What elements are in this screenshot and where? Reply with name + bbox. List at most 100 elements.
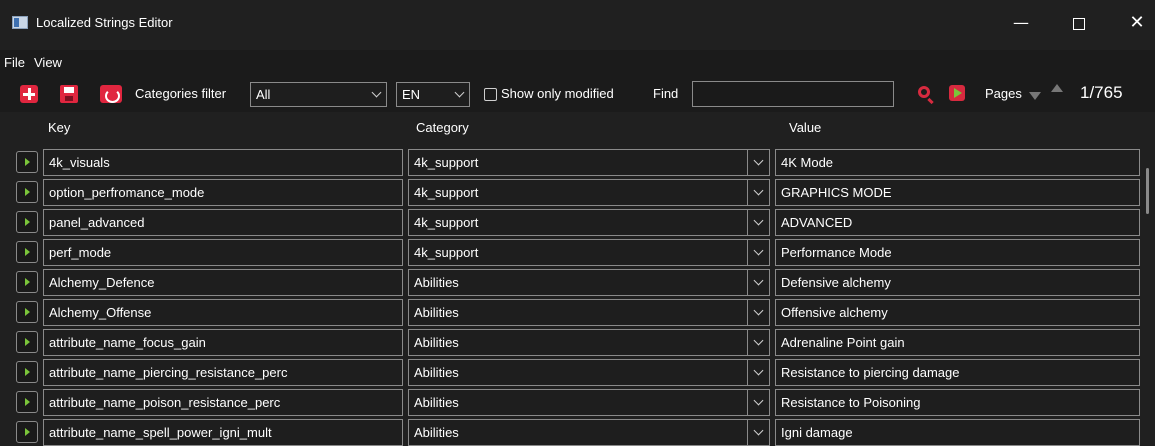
column-header-category[interactable]: Category: [416, 120, 469, 135]
strings-table: 4k_visuals 4k_support 4K Mode option_per…: [0, 146, 1155, 446]
app-icon: [12, 16, 28, 29]
value-cell[interactable]: Performance Mode: [775, 239, 1140, 266]
table-row: Alchemy_Defence Abilities Defensive alch…: [0, 266, 1155, 296]
category-value: 4k_support: [414, 185, 479, 200]
revert-icon[interactable]: [100, 85, 122, 103]
chevron-down-icon: [371, 87, 382, 98]
category-cell[interactable]: Abilities: [408, 419, 770, 446]
search-icon[interactable]: [918, 86, 930, 98]
value-cell[interactable]: ADVANCED: [775, 209, 1140, 236]
chevron-down-icon[interactable]: [747, 360, 769, 385]
chevron-down-icon[interactable]: [747, 180, 769, 205]
category-filter-value: All: [256, 87, 271, 102]
minimize-button[interactable]: —: [1006, 10, 1036, 36]
find-label: Find: [653, 86, 679, 101]
key-cell[interactable]: perf_mode: [43, 239, 403, 266]
category-cell[interactable]: 4k_support: [408, 239, 770, 266]
expand-row-button[interactable]: [16, 421, 38, 443]
key-cell[interactable]: panel_advanced: [43, 209, 403, 236]
maximize-button[interactable]: [1064, 10, 1094, 36]
key-cell[interactable]: Alchemy_Offense: [43, 299, 403, 326]
next-page-icon[interactable]: [1051, 84, 1063, 92]
pages-label: Pages: [985, 86, 1022, 101]
value-cell[interactable]: Adrenaline Point gain: [775, 329, 1140, 356]
category-value: Abilities: [414, 335, 459, 350]
find-input[interactable]: [692, 81, 894, 107]
category-cell[interactable]: Abilities: [408, 269, 770, 296]
find-next-icon[interactable]: [949, 85, 965, 101]
key-cell[interactable]: attribute_name_piercing_resistance_perc: [43, 359, 403, 386]
chevron-down-icon[interactable]: [747, 390, 769, 415]
language-select[interactable]: EN: [396, 82, 470, 107]
table-row: attribute_name_focus_gain Abilities Adre…: [0, 326, 1155, 356]
chevron-down-icon: [454, 87, 465, 98]
table-row: Alchemy_Offense Abilities Offensive alch…: [0, 296, 1155, 326]
category-cell[interactable]: Abilities: [408, 329, 770, 356]
chevron-down-icon[interactable]: [747, 420, 769, 445]
expand-row-button[interactable]: [16, 181, 38, 203]
value-cell[interactable]: Resistance to piercing damage: [775, 359, 1140, 386]
chevron-down-icon[interactable]: [747, 240, 769, 265]
page-counter: 1/765: [1080, 83, 1123, 102]
category-cell[interactable]: 4k_support: [408, 149, 770, 176]
menu-view[interactable]: View: [34, 55, 62, 70]
key-cell[interactable]: attribute_name_focus_gain: [43, 329, 403, 356]
table-header: Key Category Value: [0, 112, 1155, 144]
chevron-down-icon[interactable]: [747, 330, 769, 355]
expand-row-button[interactable]: [16, 301, 38, 323]
expand-row-button[interactable]: [16, 241, 38, 263]
category-filter-select[interactable]: All: [250, 82, 387, 107]
category-cell[interactable]: Abilities: [408, 299, 770, 326]
title-bar: Localized Strings Editor — ✕: [0, 0, 1155, 50]
value-cell[interactable]: 4K Mode: [775, 149, 1140, 176]
chevron-down-icon[interactable]: [747, 150, 769, 175]
expand-row-button[interactable]: [16, 271, 38, 293]
language-value: EN: [402, 87, 421, 102]
chevron-down-icon[interactable]: [747, 300, 769, 325]
save-icon[interactable]: [60, 85, 78, 103]
show-only-modified-checkbox[interactable]: [484, 88, 497, 101]
expand-row-button[interactable]: [16, 391, 38, 413]
categories-filter-label: Categories filter: [135, 86, 227, 101]
expand-row-button[interactable]: [16, 331, 38, 353]
expand-row-button[interactable]: [16, 211, 38, 233]
table-row: attribute_name_piercing_resistance_perc …: [0, 356, 1155, 386]
previous-page-icon[interactable]: [1029, 92, 1041, 100]
table-row: attribute_name_spell_power_igni_mult Abi…: [0, 416, 1155, 446]
table-row: option_perfromance_mode 4k_support GRAPH…: [0, 176, 1155, 206]
chevron-down-icon[interactable]: [747, 210, 769, 235]
category-value: Abilities: [414, 365, 459, 380]
category-cell[interactable]: 4k_support: [408, 209, 770, 236]
category-value: 4k_support: [414, 215, 479, 230]
vertical-scrollbar[interactable]: [1146, 168, 1149, 214]
category-value: Abilities: [414, 425, 459, 440]
category-value: Abilities: [414, 275, 459, 290]
chevron-down-icon[interactable]: [747, 270, 769, 295]
expand-row-button[interactable]: [16, 151, 38, 173]
key-cell[interactable]: attribute_name_poison_resistance_perc: [43, 389, 403, 416]
key-cell[interactable]: Alchemy_Defence: [43, 269, 403, 296]
category-cell[interactable]: Abilities: [408, 389, 770, 416]
key-cell[interactable]: 4k_visuals: [43, 149, 403, 176]
category-value: Abilities: [414, 305, 459, 320]
category-cell[interactable]: Abilities: [408, 359, 770, 386]
value-cell[interactable]: Offensive alchemy: [775, 299, 1140, 326]
value-cell[interactable]: GRAPHICS MODE: [775, 179, 1140, 206]
toolbar: Categories filter All EN Show only modif…: [0, 76, 1155, 112]
table-row: panel_advanced 4k_support ADVANCED: [0, 206, 1155, 236]
key-cell[interactable]: option_perfromance_mode: [43, 179, 403, 206]
menu-file[interactable]: File: [4, 55, 25, 70]
category-cell[interactable]: 4k_support: [408, 179, 770, 206]
close-button[interactable]: ✕: [1122, 10, 1152, 36]
menu-bar: File View: [0, 50, 1155, 76]
column-header-value[interactable]: Value: [789, 120, 821, 135]
column-header-key[interactable]: Key: [48, 120, 70, 135]
value-cell[interactable]: Defensive alchemy: [775, 269, 1140, 296]
key-cell[interactable]: attribute_name_spell_power_igni_mult: [43, 419, 403, 446]
expand-row-button[interactable]: [16, 361, 38, 383]
value-cell[interactable]: Igni damage: [775, 419, 1140, 446]
value-cell[interactable]: Resistance to Poisoning: [775, 389, 1140, 416]
add-icon[interactable]: [20, 85, 38, 103]
window-title: Localized Strings Editor: [36, 15, 173, 30]
category-value: 4k_support: [414, 155, 479, 170]
